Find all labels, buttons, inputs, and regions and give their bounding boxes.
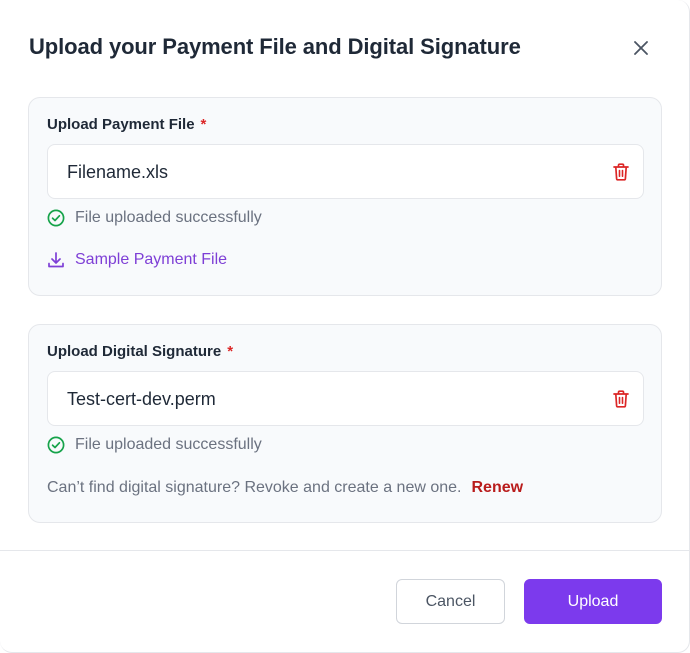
check-circle-icon: [47, 436, 65, 454]
signature-file-name: Test-cert-dev.perm: [67, 389, 216, 409]
required-asterisk: *: [227, 343, 234, 360]
close-icon: [634, 41, 648, 55]
digital-signature-label: Upload Digital Signature *: [47, 343, 234, 360]
sample-link-text: Sample Payment File: [75, 251, 228, 268]
payment-file-section: Upload Payment File * Filename.xls File u…: [28, 97, 662, 296]
renew-link[interactable]: Renew: [471, 479, 523, 496]
trash-icon: [613, 390, 629, 408]
payment-file-name: Filename.xls: [67, 162, 169, 182]
upload-button[interactable]: Upload: [524, 579, 662, 624]
signature-help-row: Can’t find digital signature? Revoke and…: [47, 479, 523, 497]
signature-upload-status: File uploaded successfully: [47, 436, 262, 454]
modal-title: Upload your Payment File and Digital Sig…: [29, 34, 521, 59]
digital-signature-section: Upload Digital Signature * Test-cert-dev.…: [28, 324, 662, 523]
required-asterisk: *: [200, 116, 207, 133]
payment-status-text: File uploaded successfully: [75, 209, 262, 226]
signature-help-text: Can’t find digital signature? Revoke and…: [47, 479, 462, 496]
payment-file-field[interactable]: Filename.xls: [47, 144, 644, 199]
payment-file-label: Upload Payment File *: [47, 116, 207, 133]
check-circle-icon: [47, 209, 65, 227]
delete-payment-file-button[interactable]: [611, 162, 631, 182]
cancel-button[interactable]: Cancel: [396, 579, 505, 624]
sample-payment-file-link[interactable]: Sample Payment File: [47, 251, 227, 269]
signature-status-text: File uploaded successfully: [75, 436, 262, 453]
close-button[interactable]: [629, 36, 653, 60]
signature-file-field[interactable]: Test-cert-dev.perm: [47, 371, 644, 426]
payment-upload-status: File uploaded successfully: [47, 209, 262, 227]
delete-signature-file-button[interactable]: [611, 389, 631, 409]
footer-divider: [0, 550, 690, 551]
trash-icon: [613, 163, 629, 181]
download-icon: [48, 252, 64, 268]
upload-modal: Upload your Payment File and Digital Sig…: [0, 0, 690, 653]
